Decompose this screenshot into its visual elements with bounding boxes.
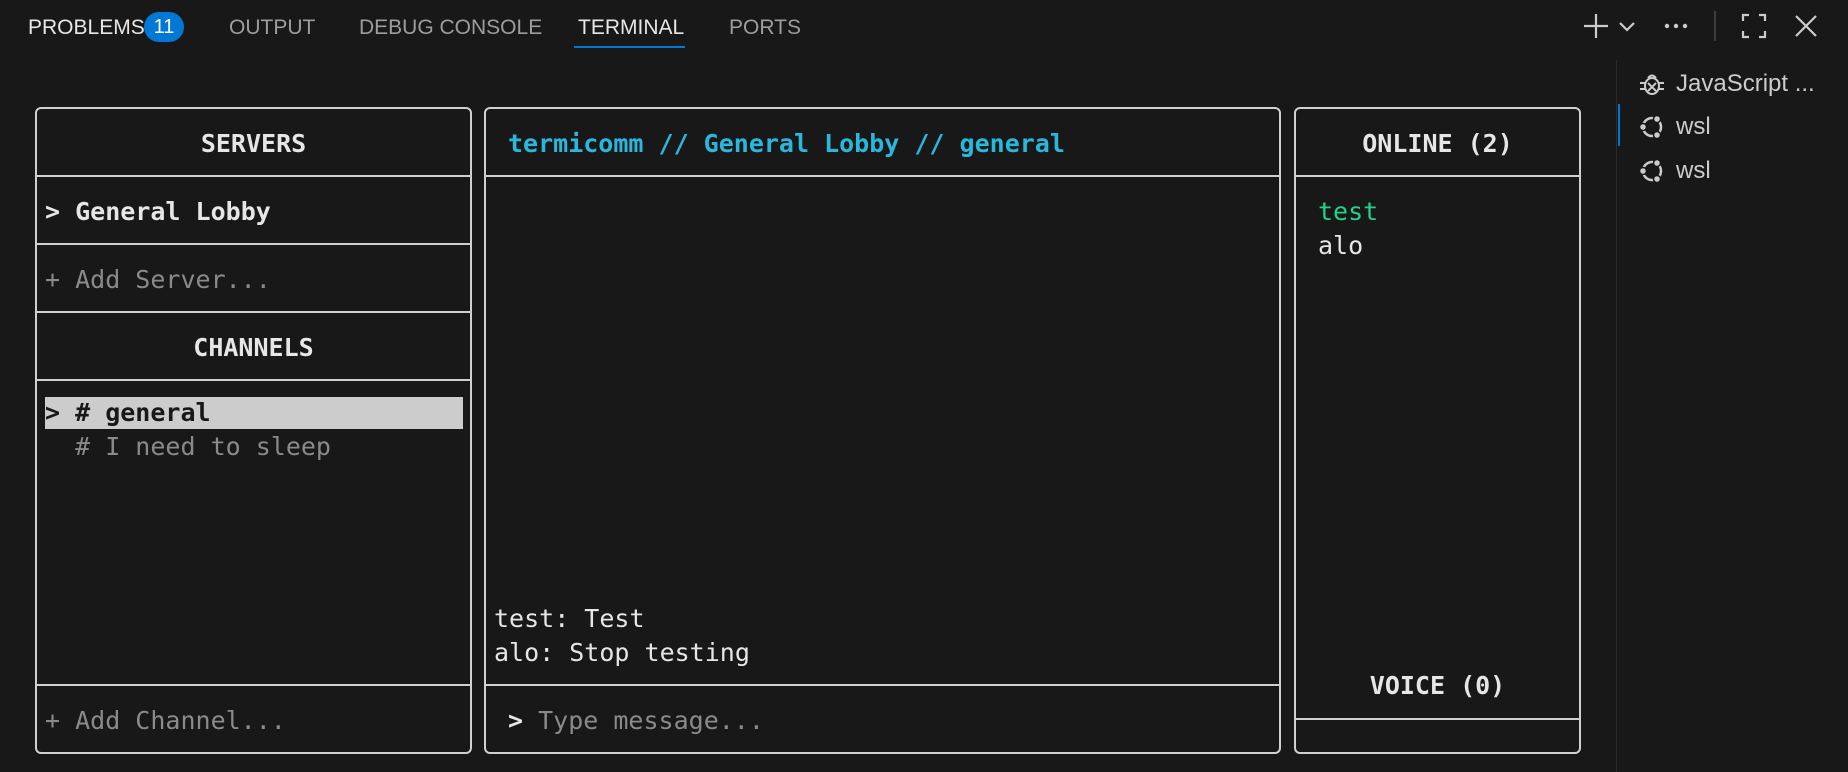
divider	[1296, 718, 1579, 720]
terminal-list-border	[1616, 60, 1617, 772]
message-input-placeholder: Type message...	[538, 706, 764, 735]
divider	[37, 379, 470, 381]
tab-output[interactable]: OUTPUT	[229, 14, 315, 42]
online-user-test: test	[1318, 197, 1379, 226]
server-item-prefix: >	[45, 197, 61, 226]
plus-icon[interactable]	[1580, 10, 1612, 42]
panel: PROBLEMS 11 OUTPUT DEBUG CONSOLE TERMINA…	[0, 0, 1848, 772]
chat-box: termicomm // General Lobby // general te…	[484, 107, 1281, 754]
maximize-icon[interactable]	[1738, 10, 1770, 42]
servers-title: SERVERS	[200, 129, 307, 158]
terminal-item-label: wsl	[1676, 157, 1711, 184]
online-title: ONLINE (2)	[1362, 129, 1513, 158]
divider	[37, 311, 470, 313]
ubuntu-icon	[1638, 157, 1666, 185]
toolbar-divider	[1714, 11, 1716, 41]
chat-message: alo: Stop testing	[494, 638, 750, 667]
online-user-alo: alo	[1318, 231, 1364, 260]
message-input[interactable]: > Type message...	[508, 706, 764, 735]
problems-count-badge: 11	[144, 12, 184, 42]
chevron-down-icon[interactable]	[1614, 10, 1640, 42]
terminal-list-active-indicator	[1618, 104, 1620, 146]
chat-header: termicomm // General Lobby // general	[508, 129, 1065, 158]
online-box: ONLINE (2) test alo VOICE (0)	[1294, 107, 1581, 754]
voice-title: VOICE (0)	[1369, 671, 1506, 700]
tab-ports[interactable]: PORTS	[729, 14, 801, 42]
panel-tab-bar: PROBLEMS 11 OUTPUT DEBUG CONSOLE TERMINA…	[0, 0, 1848, 54]
terminal-item-javascript-debug[interactable]: JavaScript ...	[1636, 66, 1846, 102]
tab-debug-console[interactable]: DEBUG CONSOLE	[359, 14, 542, 42]
input-prompt: >	[508, 706, 524, 735]
server-item-general-lobby[interactable]: > General Lobby	[45, 197, 271, 226]
channel-item-general[interactable]: > # general	[45, 397, 463, 429]
servers-channels-box: SERVERS > General Lobby + Add Server... …	[35, 107, 472, 754]
channel-item-label: > # general	[45, 398, 211, 427]
divider	[37, 243, 470, 245]
tab-problems[interactable]: PROBLEMS	[28, 14, 145, 42]
tab-terminal[interactable]: TERMINAL	[578, 14, 684, 42]
ubuntu-icon	[1638, 113, 1666, 141]
more-icon[interactable]	[1660, 10, 1692, 42]
divider	[37, 175, 470, 177]
active-tab-indicator	[574, 46, 685, 48]
divider	[37, 684, 470, 686]
chat-message: test: Test	[494, 604, 645, 633]
channels-title: CHANNELS	[193, 333, 314, 362]
terminal-item-label: wsl	[1676, 113, 1711, 140]
close-icon[interactable]	[1790, 10, 1822, 42]
terminal-item-label: JavaScript ...	[1676, 70, 1815, 97]
server-item-label: General Lobby	[75, 197, 271, 226]
add-channel-button[interactable]: + Add Channel...	[45, 706, 286, 735]
terminal-item-wsl-active[interactable]: wsl	[1636, 109, 1846, 145]
divider	[486, 684, 1279, 686]
add-server-button[interactable]: + Add Server...	[45, 265, 271, 294]
divider	[486, 175, 1279, 177]
channel-item-i-need-to-sleep[interactable]: # I need to sleep	[45, 432, 331, 461]
terminal-item-wsl[interactable]: wsl	[1636, 153, 1846, 189]
divider	[1296, 175, 1579, 177]
debug-icon	[1638, 70, 1666, 98]
